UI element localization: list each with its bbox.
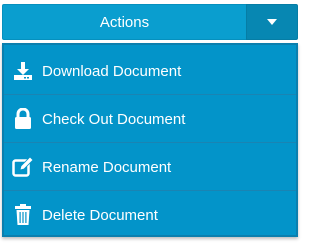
menu-item-label: Download Document	[42, 62, 182, 80]
actions-menu: Download Document Check Out Document Ren…	[2, 43, 298, 237]
menu-item-label: Rename Document	[42, 158, 172, 176]
actions-toggle-button[interactable]	[246, 4, 298, 40]
menu-item-check-out-document[interactable]: Check Out Document	[4, 95, 296, 143]
trash-icon	[12, 204, 34, 226]
menu-item-rename-document[interactable]: Rename Document	[4, 143, 296, 191]
download-icon	[12, 60, 34, 82]
menu-item-download-document[interactable]: Download Document	[4, 47, 296, 95]
actions-dropdown: Actions Download Document Check Out Docu…	[0, 0, 302, 243]
actions-split-button: Actions	[2, 4, 298, 40]
actions-button-label: Actions	[99, 13, 150, 31]
menu-item-label: Check Out Document	[42, 110, 186, 128]
edit-icon	[12, 156, 34, 178]
menu-item-delete-document[interactable]: Delete Document	[4, 191, 296, 239]
menu-item-label: Delete Document	[42, 206, 158, 224]
lock-icon	[12, 108, 34, 130]
caret-down-icon	[267, 19, 277, 25]
actions-button[interactable]: Actions	[2, 4, 246, 40]
